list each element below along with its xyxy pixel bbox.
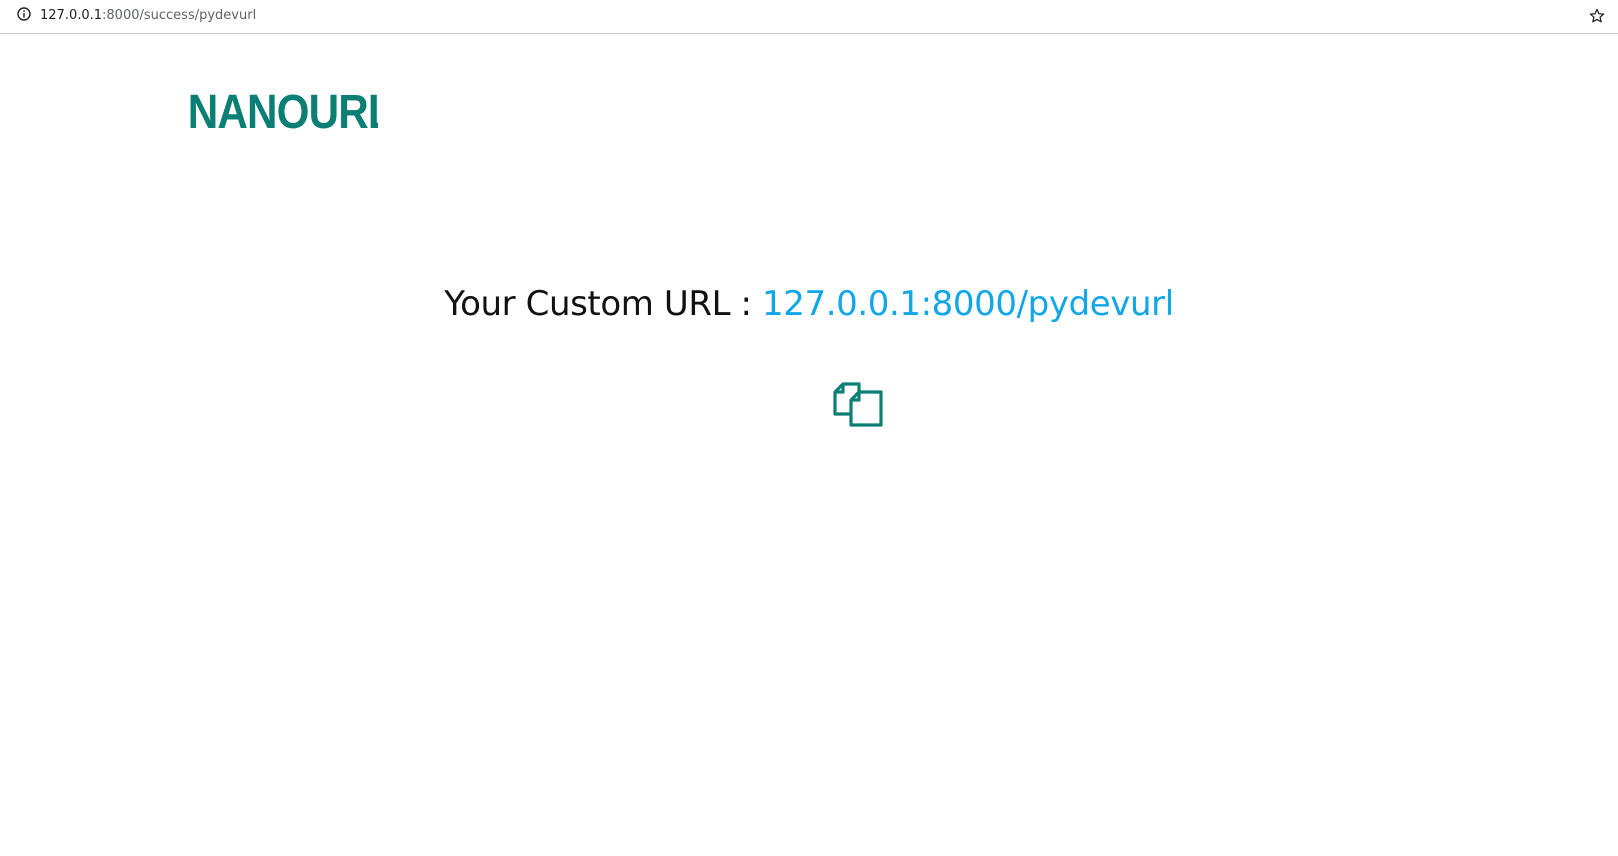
star-outline-icon[interactable] (1588, 7, 1606, 25)
address-bar[interactable]: 127.0.0.1:8000/success/pydevurl (6, 3, 1612, 29)
info-circle-icon[interactable] (17, 7, 31, 21)
address-url[interactable]: 127.0.0.1:8000/success/pydevurl (40, 8, 256, 24)
nanourl-logo: NANOURL. (188, 84, 378, 138)
custom-url-result: Your Custom URL : 127.0.0.1:8000/pydevur… (0, 282, 1618, 326)
url-host: 127.0.0.1 (40, 8, 103, 23)
logo-text: NANOURL. (188, 84, 378, 138)
url-path: :8000/success/pydevurl (102, 8, 257, 23)
copy-icon[interactable] (832, 377, 884, 429)
custom-url-link[interactable]: 127.0.0.1:8000/pydevurl (762, 284, 1174, 324)
browser-toolbar: 127.0.0.1:8000/success/pydevurl (0, 0, 1618, 34)
custom-url-label: Your Custom URL : (444, 284, 763, 324)
